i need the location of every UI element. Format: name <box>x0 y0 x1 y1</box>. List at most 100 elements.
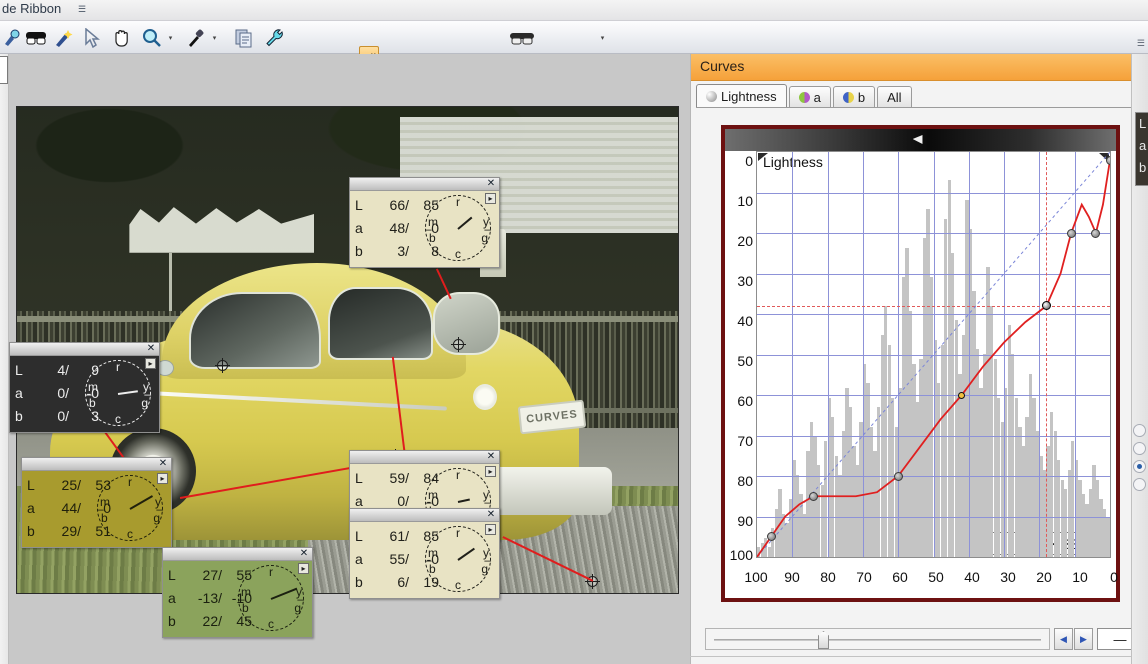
probe-titlebar[interactable] <box>10 343 159 356</box>
probe-body: L 25/ 53 a 44/ 0 b 29/ 51 r y g c b m – … <box>22 471 171 547</box>
lab-before: 44/ <box>61 500 81 516</box>
x-tick-label: 90 <box>784 569 800 585</box>
curve-control-point[interactable] <box>1066 228 1076 238</box>
wheel-needle <box>457 498 470 503</box>
collapse-caret-icon[interactable]: ☰ <box>78 5 86 14</box>
rail-radio-group <box>1133 424 1146 496</box>
curve-control-point[interactable] <box>893 471 903 481</box>
eyedropper-dropdown-caret-icon[interactable]: ▾ <box>210 35 219 43</box>
x-tick-label: 20 <box>1036 569 1052 585</box>
set-mask-caret-icon[interactable]: ▾ <box>598 35 607 43</box>
wheel-label-r: r <box>456 195 460 209</box>
magic-wand-tool[interactable] <box>52 26 76 50</box>
probe-titlebar[interactable] <box>350 451 499 464</box>
clone-stamp-tool[interactable] <box>0 26 24 50</box>
curves-plot-area[interactable]: Lightness 18 ▶ 38 <box>756 151 1111 558</box>
curve-control-point[interactable] <box>1091 228 1101 238</box>
probe-titlebar[interactable] <box>22 458 171 471</box>
lab-probe-panel[interactable]: ✕ ▸ L 27/ 55 a -13/ -10 b 22/ 45 r y g c… <box>162 547 313 638</box>
lab-before: 0/ <box>57 385 69 401</box>
lab-probe-panel[interactable]: ✕ ▸ L 61/ 85 a 55/ -0 b 6/ 19 r y g c b … <box>349 508 500 599</box>
tab-b[interactable]: b <box>832 86 876 107</box>
curve-control-point[interactable] <box>1105 155 1110 165</box>
close-icon[interactable]: ✕ <box>145 343 157 355</box>
tonal-gradient-strip <box>725 129 1116 151</box>
mask-glasses-icon[interactable] <box>508 26 536 50</box>
wheel-label-c: c <box>115 412 121 426</box>
photo-side-window <box>327 286 434 360</box>
wheel-label-c: c <box>455 247 461 261</box>
lab-channel: b <box>355 574 363 590</box>
hand-pan-tool[interactable] <box>110 26 134 50</box>
lab-before: 55/ <box>389 551 409 567</box>
sample-marker[interactable] <box>451 337 466 352</box>
rail-radio-option-selected[interactable] <box>1133 460 1146 473</box>
lab-channel: L <box>355 528 363 544</box>
toolbar-grip-icon[interactable]: ☰ <box>1137 39 1145 48</box>
wheel-tick-left: – <box>425 553 432 567</box>
lab-probe-panel[interactable]: ✕ ▸ L 4/ 9 a 0/ -0 b 0/ 3 r y g c b m – <box>9 342 160 433</box>
close-icon[interactable]: ✕ <box>298 548 310 560</box>
wheel-needle <box>117 390 138 395</box>
zoom-slider[interactable] <box>705 628 1050 650</box>
wheel-label-c: c <box>268 617 274 631</box>
tab-all-label: All <box>887 89 902 105</box>
y-tick-label: 80 <box>737 473 753 489</box>
curve-control-point[interactable] <box>766 532 776 542</box>
lab-before: -13/ <box>197 590 222 606</box>
curves-graph[interactable]: 0 10 20 30 40 50 60 70 80 90 100 100 90 … <box>721 125 1120 602</box>
gradient-handle-icon[interactable] <box>912 135 923 144</box>
workspace-tab-stub[interactable] <box>0 56 8 84</box>
lab-before: 27/ <box>202 567 222 583</box>
color-wheel-dial: r y g c b m – – <box>238 565 304 631</box>
close-icon[interactable]: ✕ <box>485 178 497 190</box>
lab-before: 22/ <box>202 613 222 629</box>
zoom-dropdown-caret-icon[interactable]: ▾ <box>166 35 175 43</box>
tab-a[interactable]: a <box>788 86 831 107</box>
zoom-magnifier-tool[interactable] <box>140 26 164 50</box>
lab-probe-panel[interactable]: ✕ ▸ L 66/ 85 a 48/ 0 b 3/ 8 r y g c b m … <box>349 177 500 268</box>
close-icon[interactable]: ✕ <box>485 451 497 463</box>
step-next-button[interactable]: ▶ <box>1074 628 1093 650</box>
curve-control-point[interactable] <box>808 491 818 501</box>
close-icon[interactable]: ✕ <box>157 458 169 470</box>
tab-lightness[interactable]: Lightness <box>696 84 787 107</box>
move-pointer-tool[interactable] <box>80 26 104 50</box>
slider-thumb[interactable] <box>818 631 829 649</box>
wheel-tick-right: – <box>144 387 151 401</box>
color-wheel-dial: r y g c b m – – <box>85 360 151 426</box>
rail-radio-option[interactable] <box>1133 442 1146 455</box>
lab-probe-panel[interactable]: ✕ ▸ L 25/ 53 a 44/ 0 b 29/ 51 r y g c b … <box>21 457 172 548</box>
copy-tool[interactable] <box>232 26 256 50</box>
probe-body: L 4/ 9 a 0/ -0 b 0/ 3 r y g c b m – – <box>10 356 159 432</box>
wrench-settings-tool[interactable] <box>262 26 286 50</box>
tab-all[interactable]: All <box>877 86 912 107</box>
lab-before: 66/ <box>389 197 409 213</box>
eyedropper-tool[interactable] <box>184 26 208 50</box>
probe-titlebar[interactable] <box>350 178 499 191</box>
y-tick-label: 90 <box>737 513 753 529</box>
wheel-label-r: r <box>116 360 120 374</box>
rail-lab-b: b <box>1139 160 1147 175</box>
lab-channel: a <box>355 551 363 567</box>
close-icon[interactable]: ✕ <box>485 509 497 521</box>
probe-titlebar[interactable] <box>350 509 499 522</box>
lab-before: 61/ <box>389 528 409 544</box>
curve-control-point[interactable] <box>958 391 966 399</box>
x-tick-label: 40 <box>964 569 980 585</box>
mask-glasses-tool[interactable] <box>24 26 48 50</box>
rail-radio-option[interactable] <box>1133 424 1146 437</box>
clipped-lab-probe[interactable]: L a b <box>1135 112 1148 186</box>
rail-radio-option[interactable] <box>1133 478 1146 491</box>
color-wheel-dial: r y g c b m – – <box>425 195 491 261</box>
lab-channel: a <box>27 500 35 516</box>
lab-before: 25/ <box>61 477 81 493</box>
lab-channel: L <box>15 362 23 378</box>
sample-marker[interactable] <box>215 358 230 373</box>
wheel-tick-left: – <box>238 592 245 606</box>
y-tick-label: 50 <box>737 353 753 369</box>
step-prev-button[interactable]: ◀ <box>1054 628 1073 650</box>
y-tick-label: 60 <box>737 393 753 409</box>
lab-channel: L <box>27 477 35 493</box>
probe-titlebar[interactable] <box>163 548 312 561</box>
